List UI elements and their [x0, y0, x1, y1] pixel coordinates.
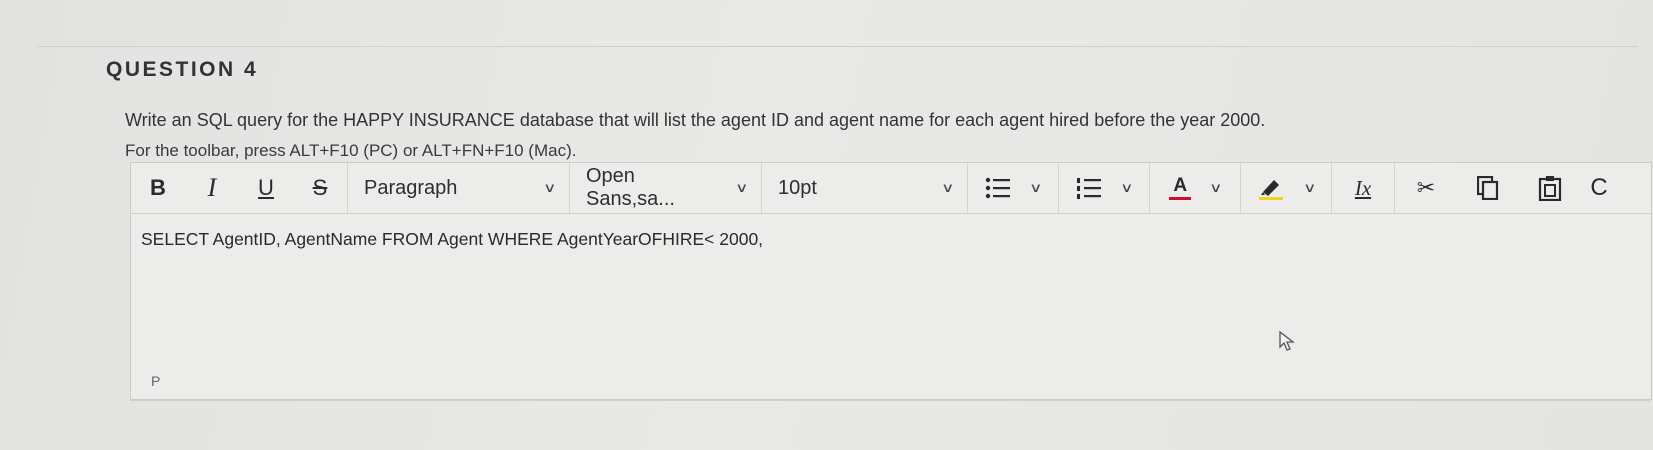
- chevron-down-icon[interactable]: ∨: [1209, 180, 1222, 196]
- page: QUESTION 4 Write an SQL query for the HA…: [0, 0, 1653, 450]
- block-format-value: Paragraph: [364, 176, 458, 199]
- paste-icon: [1538, 176, 1562, 201]
- rich-text-editor: B I U S Paragraph ∨ Open Sans,sa... ∨ 10…: [130, 162, 1652, 400]
- chevron-down-icon[interactable]: ∨: [1029, 180, 1042, 196]
- strikethrough-button[interactable]: S: [293, 163, 347, 213]
- numbered-list-button[interactable]: ∨: [1059, 163, 1150, 213]
- chevron-down-icon: ∨: [543, 180, 557, 195]
- editor-toolbar: B I U S Paragraph ∨ Open Sans,sa... ∨ 10…: [131, 163, 1651, 214]
- italic-button[interactable]: I: [185, 163, 239, 213]
- bullet-list-icon: [986, 177, 1011, 199]
- clear-formatting-button[interactable]: Ix: [1332, 163, 1395, 213]
- bullet-list-button[interactable]: ∨: [968, 163, 1059, 213]
- paste-button[interactable]: [1519, 163, 1581, 213]
- underline-button[interactable]: U: [239, 163, 293, 213]
- element-path: P: [151, 373, 161, 389]
- chevron-down-icon[interactable]: ∨: [1303, 180, 1316, 196]
- font-family-select[interactable]: Open Sans,sa... ∨: [570, 163, 762, 213]
- block-format-select[interactable]: Paragraph ∨: [348, 163, 570, 213]
- copy-button[interactable]: [1457, 163, 1519, 213]
- text-color-letter: A: [1173, 174, 1188, 196]
- editor-content[interactable]: SELECT AgentID, AgentName FROM Agent WHE…: [141, 229, 763, 250]
- divider-bottom: [130, 400, 1650, 401]
- highlighter-icon: [1259, 180, 1284, 200]
- text-color-bar: [1169, 196, 1192, 200]
- text-color-icon: A: [1169, 174, 1192, 200]
- mouse-cursor-icon: [1279, 330, 1295, 351]
- more-tools-button[interactable]: C: [1581, 163, 1617, 213]
- chevron-down-icon: ∨: [941, 180, 955, 195]
- font-size-value: 10pt: [778, 176, 817, 199]
- font-family-value: Open Sans,sa...: [586, 165, 675, 210]
- format-group: B I U S: [131, 163, 348, 213]
- more-icon: C: [1590, 174, 1608, 201]
- font-size-select[interactable]: 10pt ∨: [762, 163, 968, 213]
- toolbar-hint: For the toolbar, press ALT+F10 (PC) or A…: [125, 141, 577, 160]
- numbered-list-icon: [1077, 178, 1102, 199]
- divider-top: [38, 46, 1638, 47]
- text-color-button[interactable]: A ∨: [1150, 163, 1241, 213]
- question-text: Write an SQL query for the HAPPY INSURAN…: [125, 110, 1266, 130]
- copy-icon: [1477, 176, 1499, 200]
- clear-format-icon: Ix: [1354, 175, 1372, 200]
- question-title: QUESTION 4: [106, 58, 259, 81]
- cut-button[interactable]: ✂: [1395, 163, 1457, 213]
- bold-button[interactable]: B: [131, 163, 185, 213]
- scissors-icon: ✂: [1416, 175, 1436, 200]
- chevron-down-icon[interactable]: ∨: [1120, 180, 1133, 196]
- chevron-down-icon: ∨: [735, 180, 749, 195]
- highlight-color-button[interactable]: ∨: [1241, 163, 1332, 213]
